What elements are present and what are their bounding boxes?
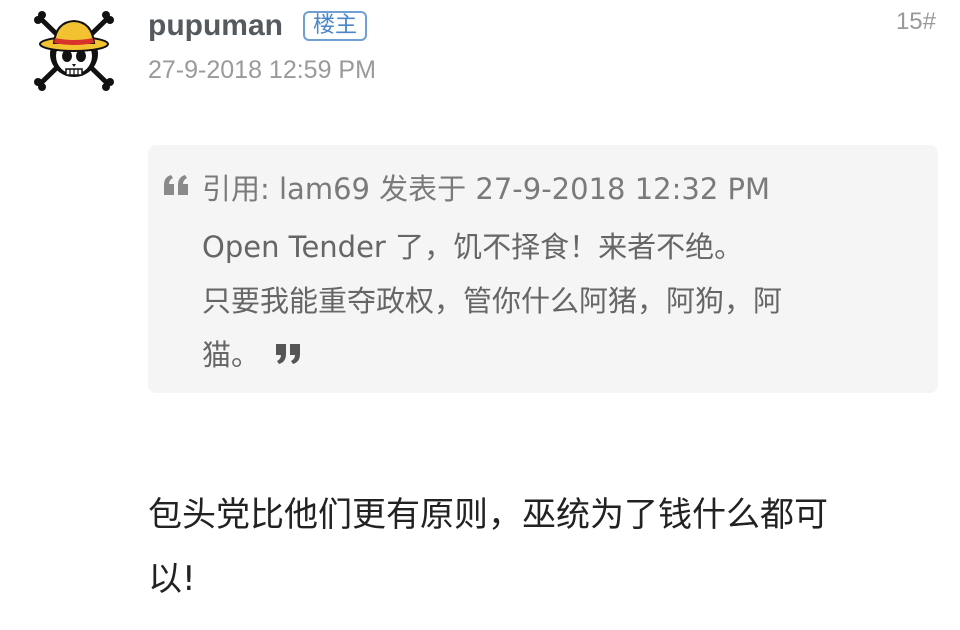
floor-number: 15# bbox=[895, 8, 936, 35]
author-name[interactable]: pupuman bbox=[148, 9, 283, 43]
quote-line-last: 猫。 bbox=[202, 335, 302, 375]
quote-header: 引用: lam69 发表于 27-9-2018 12:32 PM bbox=[202, 172, 771, 206]
op-badge: 楼主 bbox=[303, 11, 368, 41]
author-row: pupuman 楼主 bbox=[148, 6, 368, 46]
quote-block: 引用: lam69 发表于 27-9-2018 12:32 PM Open Te… bbox=[148, 145, 938, 393]
quote-line-text: 猫。 bbox=[202, 338, 261, 372]
post-body-line: 包头党比他们更有原则，巫统为了钱什么都可 bbox=[148, 495, 828, 535]
quote-open-icon bbox=[162, 173, 190, 197]
avatar[interactable] bbox=[30, 8, 118, 92]
quote-line: Open Tender 了，饥不择食！来者不绝。 bbox=[202, 230, 744, 264]
quote-line: 只要我能重夺政权，管你什么阿猪，阿狗，阿 bbox=[202, 284, 783, 318]
post-body-line: 以! bbox=[148, 559, 196, 599]
forum-post: pupuman 楼主 15# 27-9-2018 12:59 PM 引用: la… bbox=[0, 0, 960, 630]
quote-close-icon bbox=[274, 342, 302, 366]
straw-hat-skull-icon bbox=[34, 11, 114, 91]
post-timestamp: 27-9-2018 12:59 PM bbox=[148, 56, 376, 84]
